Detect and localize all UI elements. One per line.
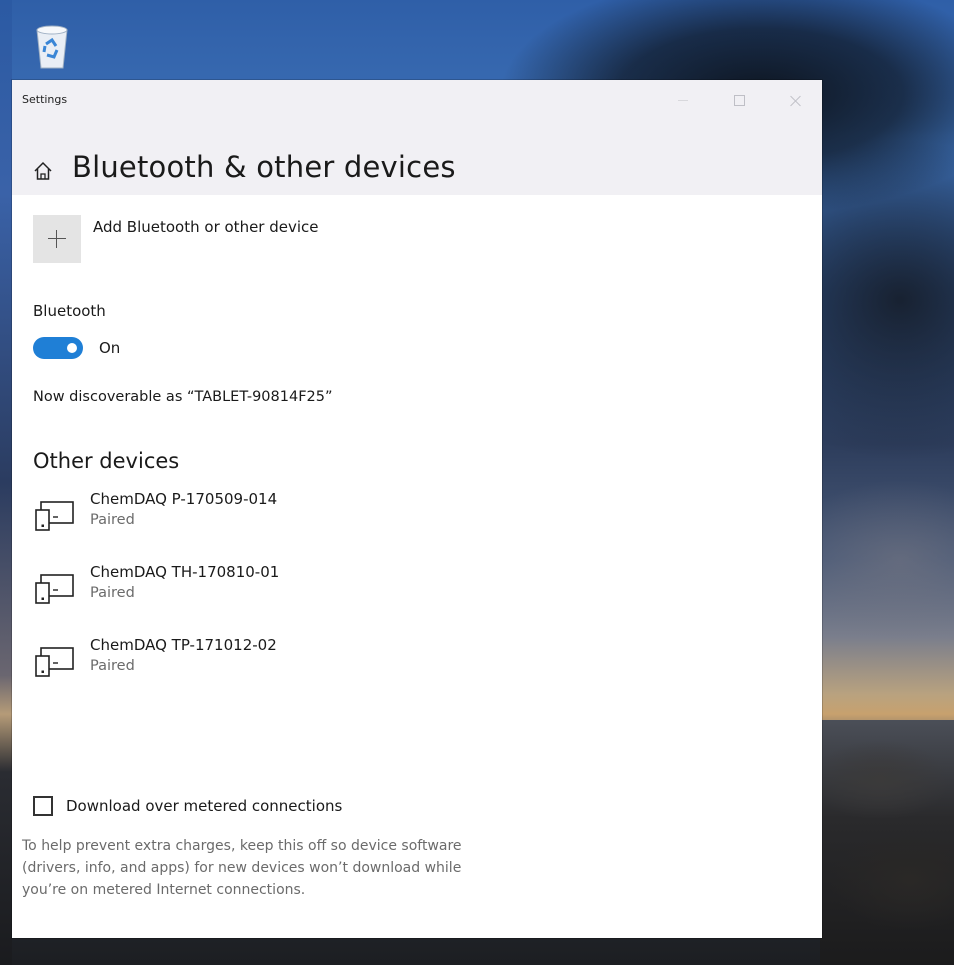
bluetooth-heading: Bluetooth: [33, 302, 106, 320]
plus-icon: [48, 230, 66, 248]
desktop-wallpaper-edge: [0, 0, 12, 965]
metered-help-text: To help prevent extra charges, keep this…: [22, 835, 562, 901]
device-icon: [35, 501, 74, 531]
recycle-bin-icon[interactable]: [30, 22, 74, 70]
device-name: ChemDAQ P-170509-014: [90, 490, 278, 508]
close-button[interactable]: [780, 88, 810, 112]
bluetooth-toggle[interactable]: [33, 337, 83, 359]
device-status: Paired: [90, 512, 135, 528]
add-device-label[interactable]: Add Bluetooth or other device: [93, 218, 319, 236]
discoverable-text: Now discoverable as “TABLET-90814F25”: [33, 389, 333, 405]
other-devices-heading: Other devices: [33, 449, 180, 473]
help-line: To help prevent extra charges, keep this…: [22, 838, 462, 854]
device-item[interactable]: ChemDAQ TP-171012-02 Paired: [33, 636, 433, 686]
metered-download-label[interactable]: Download over metered connections: [66, 797, 342, 815]
app-title: Settings: [22, 93, 68, 106]
bluetooth-toggle-state: On: [99, 339, 121, 357]
device-name: ChemDAQ TH-170810-01: [90, 563, 280, 581]
close-icon: [790, 95, 801, 106]
minimize-button[interactable]: [668, 88, 698, 112]
wallpaper-rocks: [820, 720, 954, 965]
device-icon: [35, 574, 74, 604]
device-icon: [35, 647, 74, 677]
page-title: Bluetooth & other devices: [72, 150, 456, 184]
add-device-button[interactable]: [33, 215, 81, 263]
help-line: you’re on metered Internet connections.: [22, 882, 306, 898]
settings-window: Settings Bluetooth & other devices Add B…: [12, 80, 822, 938]
window-header: Settings Bluetooth & other devices: [12, 80, 822, 195]
maximize-button[interactable]: [724, 88, 754, 112]
device-status: Paired: [90, 658, 135, 674]
maximize-icon: [733, 94, 745, 106]
metered-download-checkbox[interactable]: [33, 796, 53, 816]
device-item[interactable]: ChemDAQ P-170509-014 Paired: [33, 490, 433, 540]
device-item[interactable]: ChemDAQ TH-170810-01 Paired: [33, 563, 433, 613]
help-line: (drivers, info, and apps) for new device…: [22, 860, 462, 876]
device-status: Paired: [90, 585, 135, 601]
device-name: ChemDAQ TP-171012-02: [90, 636, 277, 654]
toggle-knob: [67, 343, 77, 353]
minimize-icon: [678, 99, 688, 101]
home-icon[interactable]: [32, 160, 54, 182]
